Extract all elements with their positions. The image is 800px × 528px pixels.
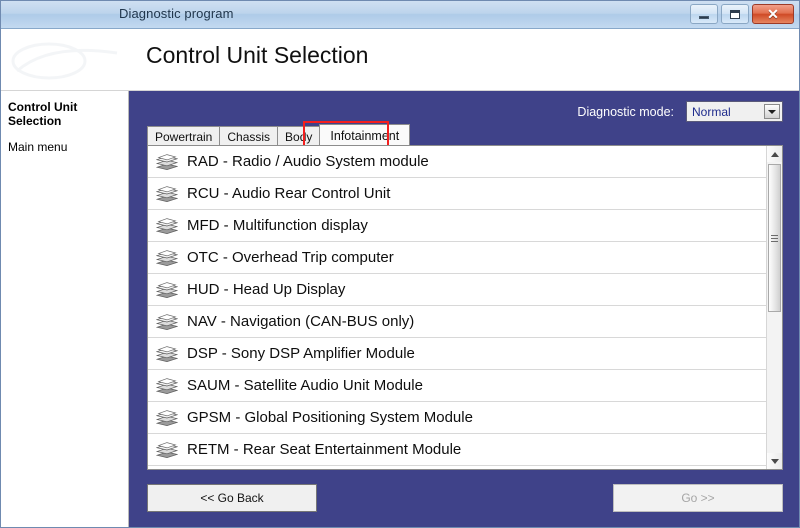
- list-item[interactable]: GPSM - Global Positioning System Module: [148, 402, 766, 434]
- sidebar-heading: Control Unit Selection: [8, 100, 78, 128]
- tab-powertrain[interactable]: Powertrain: [147, 126, 221, 146]
- tab-strip: Powertrain Chassis Body Infotainment: [147, 121, 411, 148]
- caret-down-shape: [768, 109, 776, 114]
- list-item[interactable]: MFD - Multifunction display: [148, 210, 766, 242]
- triangle-up-shape: [770, 151, 779, 157]
- window-controls: ✕: [690, 4, 794, 24]
- module-icon: [155, 441, 179, 458]
- list-item[interactable]: RETM - Rear Seat Entertainment Module: [148, 434, 766, 466]
- control-unit-list[interactable]: RAD - Radio / Audio System module RCU - …: [148, 146, 766, 469]
- list-item-label: GPSM - Global Positioning System Module: [187, 409, 473, 426]
- header-band: Control Unit Selection: [1, 29, 799, 91]
- module-icon: [155, 249, 179, 266]
- window-title: Diagnostic program: [119, 6, 234, 21]
- sidebar-item-main-menu[interactable]: Main menu: [8, 140, 122, 154]
- list-item-label: RETM - Rear Seat Entertainment Module: [187, 441, 462, 458]
- minimize-icon: [699, 15, 709, 19]
- sidebar: Control Unit Selection Main menu: [1, 91, 129, 527]
- list-item[interactable]: RCU - Audio Rear Control Unit: [148, 178, 766, 210]
- close-icon: ✕: [767, 6, 779, 22]
- go-button[interactable]: Go >>: [613, 484, 783, 512]
- list-item[interactable]: RAD - Radio / Audio System module: [148, 146, 766, 178]
- diagnostic-mode-row: Diagnostic mode: Normal: [577, 101, 783, 122]
- list-item-label: HUD - Head Up Display: [187, 281, 346, 298]
- module-icon: [155, 281, 179, 298]
- list-item-label: OTC - Overhead Trip computer: [187, 249, 394, 266]
- list-item-label: SAUM - Satellite Audio Unit Module: [187, 377, 423, 394]
- diagnostic-mode-value: Normal: [692, 104, 731, 119]
- list-item[interactable]: SAUM - Satellite Audio Unit Module: [148, 370, 766, 402]
- maximize-button[interactable]: [721, 4, 749, 24]
- list-item[interactable]: NAV - Navigation (CAN-BUS only): [148, 306, 766, 338]
- control-unit-list-panel: RAD - Radio / Audio System module RCU - …: [147, 145, 783, 470]
- scroll-up-arrow-icon[interactable]: [767, 146, 782, 162]
- module-icon: [155, 377, 179, 394]
- module-icon: [155, 217, 179, 234]
- page-title: Control Unit Selection: [146, 42, 369, 68]
- module-icon: [155, 409, 179, 426]
- tab-infotainment[interactable]: Infotainment: [319, 124, 411, 146]
- diagnostic-mode-select[interactable]: Normal: [686, 101, 783, 122]
- brand-watermark: [9, 37, 139, 85]
- list-item-label: MFD - Multifunction display: [187, 217, 368, 234]
- footer-actions: << Go Back Go >>: [147, 484, 783, 512]
- module-icon: [155, 313, 179, 330]
- maximize-icon: [730, 9, 740, 19]
- module-icon: [155, 153, 179, 170]
- list-item-label: NAV - Navigation (CAN-BUS only): [187, 313, 415, 330]
- scrollbar-thumb[interactable]: [768, 164, 781, 312]
- list-scrollbar[interactable]: [766, 146, 782, 469]
- chevron-down-icon[interactable]: [764, 104, 780, 119]
- go-back-button[interactable]: << Go Back: [147, 484, 317, 512]
- close-button[interactable]: ✕: [752, 4, 794, 24]
- body-area: Control Unit Selection Main menu Diagnos…: [1, 91, 799, 527]
- module-icon: [155, 185, 179, 202]
- list-item[interactable]: HUD - Head Up Display: [148, 274, 766, 306]
- module-icon: [155, 345, 179, 362]
- list-item[interactable]: DSP - Sony DSP Amplifier Module: [148, 338, 766, 370]
- grip-icon: [771, 233, 778, 244]
- list-item-label: RCU - Audio Rear Control Unit: [187, 185, 391, 202]
- list-item-label: DSP - Sony DSP Amplifier Module: [187, 345, 415, 362]
- triangle-down-shape: [770, 458, 779, 464]
- diagnostic-mode-label: Diagnostic mode:: [577, 104, 674, 119]
- list-item-label: RAD - Radio / Audio System module: [187, 153, 429, 170]
- tab-body[interactable]: Body: [277, 126, 321, 146]
- list-item[interactable]: OTC - Overhead Trip computer: [148, 242, 766, 274]
- content-panel: Diagnostic mode: Normal Powertrain Chass…: [129, 91, 799, 527]
- minimize-button[interactable]: [690, 4, 718, 24]
- diagnostic-program-window: Diagnostic program ✕ Control Unit Select…: [0, 0, 800, 528]
- tab-chassis[interactable]: Chassis: [219, 126, 279, 146]
- scroll-down-arrow-icon[interactable]: [767, 453, 782, 469]
- title-bar: Diagnostic program ✕: [1, 1, 799, 29]
